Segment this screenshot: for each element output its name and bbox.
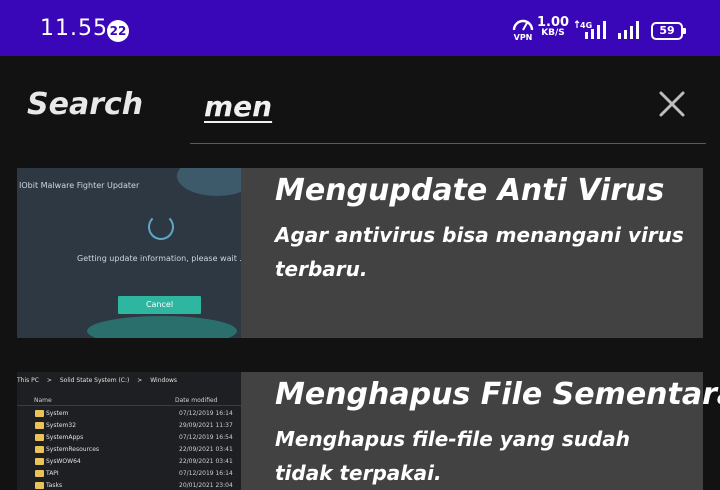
dialog-message: Getting update information, please wait … <box>77 254 241 263</box>
folder-date: 22/09/2021 03:41 <box>179 446 233 453</box>
search-header: Search <box>0 56 720 156</box>
folder-row: System32 29/09/2021 11:37 <box>17 420 241 432</box>
status-bar: 11.55 22 VPN 1.00 KB/S 4G 59 <box>0 0 720 56</box>
folder-icon <box>35 482 44 489</box>
signal-4g-icon: 4G <box>575 20 606 39</box>
result-thumbnail: IObit Malware Fighter Updater Getting up… <box>17 168 241 338</box>
search-field <box>190 76 706 144</box>
breadcrumb-separator: > <box>46 377 52 384</box>
battery-icon: 59 <box>651 22 686 40</box>
signal-icon <box>618 21 639 39</box>
vpn-icon: VPN <box>512 18 534 42</box>
folder-date: 07/12/2019 16:54 <box>179 434 233 441</box>
column-date: Date modified <box>175 397 218 404</box>
folder-name: TAPI <box>46 470 59 477</box>
folder-name: SystemResources <box>46 446 100 453</box>
loading-spinner-icon <box>148 214 174 240</box>
network-speed-value: 1.00 <box>537 15 570 30</box>
folder-row: SystemResources 22/09/2021 03:41 <box>17 444 241 456</box>
result-title: Menghapus File Sementara <box>275 377 720 412</box>
folder-row: SysWOW64 22/09/2021 03:41 <box>17 456 241 468</box>
decorative-shape <box>177 168 241 196</box>
breadcrumb-separator: > <box>137 377 143 384</box>
explorer-breadcrumb: This PC > Solid State System (C:) > Wind… <box>17 377 183 384</box>
decorative-shape <box>87 316 237 338</box>
folder-name: SysWOW64 <box>46 458 81 465</box>
network-speed-unit: KB/S <box>541 28 565 38</box>
folder-name: Tasks <box>46 482 63 489</box>
folder-date: 20/01/2021 23:04 <box>179 482 233 489</box>
search-input[interactable] <box>204 86 624 126</box>
notification-count-badge: 22 <box>107 20 129 42</box>
status-time: 11.55 <box>40 16 108 41</box>
breadcrumb-item: This PC <box>17 377 39 384</box>
page-title: Search <box>27 87 144 122</box>
explorer-column-header: Name Date modified <box>17 394 241 406</box>
network-speed: 1.00 KB/S <box>537 15 570 39</box>
network-type-label: 4G <box>580 21 592 30</box>
folder-date: 22/09/2021 03:41 <box>179 458 233 465</box>
folder-icon <box>35 458 44 465</box>
folder-row: System 07/12/2019 16:14 <box>17 408 241 420</box>
updater-dialog-screenshot: IObit Malware Fighter Updater Getting up… <box>17 168 241 338</box>
folder-row: Tasks 20/01/2021 23:04 <box>17 480 241 490</box>
result-description: Menghapus file-file yang sudah tidak ter… <box>275 427 631 485</box>
folder-name: SystemApps <box>46 434 84 441</box>
breadcrumb-item: Windows <box>150 377 178 384</box>
result-card-temp-files[interactable]: This PC > Solid State System (C:) > Wind… <box>17 372 720 490</box>
folder-date: 29/09/2021 11:37 <box>179 422 233 429</box>
result-description: Agar antivirus bisa menangani virus terb… <box>275 223 684 281</box>
dialog-cancel-button: Cancel <box>118 296 201 314</box>
folder-icon <box>35 410 44 417</box>
folder-name: System32 <box>46 422 77 429</box>
folder-row: TAPI 07/12/2019 16:14 <box>17 468 241 480</box>
result-thumbnail: This PC > Solid State System (C:) > Wind… <box>17 372 241 490</box>
folder-icon <box>35 422 44 429</box>
dialog-title: IObit Malware Fighter Updater <box>19 181 140 190</box>
close-icon <box>659 91 685 117</box>
folder-date: 07/12/2019 16:14 <box>179 470 233 477</box>
column-name: Name <box>34 397 52 404</box>
folder-icon <box>35 470 44 477</box>
breadcrumb-item: Solid State System (C:) <box>59 377 130 384</box>
folder-icon <box>35 434 44 441</box>
folder-row: SystemApps 07/12/2019 16:54 <box>17 432 241 444</box>
result-card-antivirus[interactable]: IObit Malware Fighter Updater Getting up… <box>17 168 703 338</box>
result-title: Mengupdate Anti Virus <box>275 173 665 208</box>
vpn-label: VPN <box>513 33 533 42</box>
folder-date: 07/12/2019 16:14 <box>179 410 233 417</box>
folder-icon <box>35 446 44 453</box>
folder-name: System <box>46 410 69 417</box>
clear-search-button[interactable] <box>654 86 690 122</box>
